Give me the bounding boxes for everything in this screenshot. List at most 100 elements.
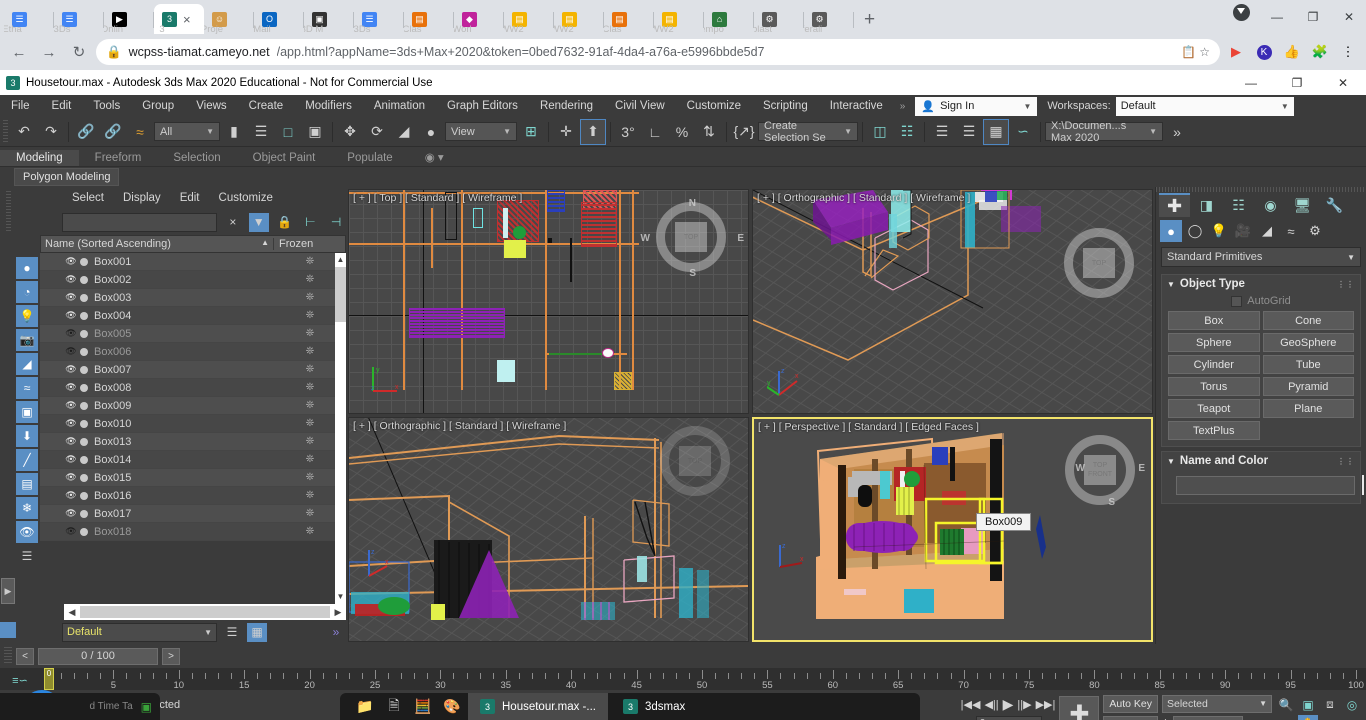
helpers-icon[interactable]: ◢ — [16, 353, 38, 375]
object-button-box[interactable]: Box — [1168, 311, 1260, 330]
project-folder-combo[interactable]: X:\Documen...s Max 2020 ▼ — [1045, 120, 1163, 144]
render-toggle-icon[interactable] — [80, 509, 88, 518]
visibility-icon[interactable]: 👁 — [16, 521, 38, 543]
geometry-icon[interactable]: ● — [1160, 220, 1182, 242]
browser-close-button[interactable]: ✕ — [1332, 0, 1366, 34]
geometry-icon[interactable]: ● — [16, 257, 38, 279]
scene-explorer-hscrollbar[interactable]: ◀ ▶ — [64, 604, 346, 620]
helpers-icon[interactable]: ◢ — [1256, 220, 1278, 242]
systems-icon[interactable]: ⚙ — [1304, 220, 1326, 242]
vscroll-thumb[interactable] — [335, 267, 346, 322]
previous-key-icon[interactable]: ◀|| — [984, 698, 998, 711]
render-toggle-icon[interactable] — [80, 275, 88, 284]
timeline-ruler[interactable]: 0 5 10 15 20 25 30 35 40 45 50 55 60 65 70 75 80 85 90 95 10… — [40, 668, 1366, 691]
play-extension-icon[interactable]: ▶ — [1224, 40, 1248, 64]
object-button-plane[interactable]: Plane — [1262, 399, 1354, 418]
menu-create[interactable]: Create — [238, 95, 295, 117]
menu-scripting[interactable]: Scripting — [752, 95, 819, 117]
xref-icon[interactable]: ⬇ — [16, 425, 38, 447]
render-toggle-icon[interactable] — [80, 365, 88, 374]
goto-start-icon[interactable]: |◀◀ — [961, 698, 981, 711]
filter-icon[interactable]: ▼ — [248, 212, 269, 232]
field-of-view-icon[interactable]: ◎ — [1342, 696, 1362, 713]
scene-explorer-row[interactable]: 👁 Box006 ❊ — [40, 343, 346, 361]
paint-icon[interactable]: 🎨 — [439, 696, 465, 718]
collapse-triangle-icon[interactable]: ▼ — [1167, 457, 1175, 466]
taskbar-item-3dsmax[interactable]: 3 3dsmax — [611, 693, 697, 720]
redo-button[interactable]: ↷ — [38, 119, 64, 145]
mirror-icon[interactable]: ◫ — [867, 119, 893, 145]
visibility-toggle-icon[interactable]: 👁 — [64, 508, 78, 519]
render-toggle-icon[interactable] — [80, 527, 88, 536]
frame-counter-field[interactable]: 0 / 100 — [38, 647, 158, 665]
explorer-icon[interactable]: 📁 — [352, 696, 378, 718]
object-button-cone[interactable]: Cone — [1262, 311, 1354, 330]
time-configuration-icon[interactable]: ⏲ — [1046, 717, 1055, 720]
browser-tab-5[interactable]: O Mail — [254, 4, 304, 34]
calculator-icon[interactable]: 🧮 — [410, 696, 436, 718]
scroll-down-icon[interactable]: ▼ — [335, 590, 346, 604]
view-cube-face[interactable]: TOP — [1083, 248, 1115, 278]
browser-tab-2[interactable]: ▶ Onlin — [104, 4, 154, 34]
nvidia-tray-icon[interactable]: ▣ — [141, 700, 152, 714]
puzzle-icon[interactable]: 🧩 — [1308, 40, 1332, 64]
column-header-frozen[interactable]: Frozen — [273, 238, 345, 250]
bind-to-space-warp-icon[interactable]: ≈ — [127, 119, 153, 145]
new-tab-button[interactable]: + — [854, 6, 885, 34]
lights-icon[interactable]: 💡 — [16, 305, 38, 327]
drag-handle-icon[interactable]: ⋮⋮ — [1337, 280, 1355, 289]
browser-tab-0[interactable]: ☰ Etha — [4, 4, 54, 34]
display-tab[interactable]: 🖥 — [1287, 193, 1318, 217]
object-name-input[interactable] — [1176, 475, 1355, 495]
hierarchy-tab[interactable]: ☷ — [1223, 193, 1254, 217]
visibility-toggle-icon[interactable]: 👁 — [64, 274, 78, 285]
play-animation-icon[interactable]: ▶ — [1003, 696, 1014, 713]
render-toggle-icon[interactable] — [80, 419, 88, 428]
ribbon-tab-populate[interactable]: Populate — [331, 150, 408, 166]
shapes-icon[interactable]: ◯ — [1184, 220, 1206, 242]
ribbon-options-icon[interactable]: ◉ ▾ — [409, 148, 460, 166]
bones-icon[interactable]: ╱ — [16, 449, 38, 471]
visibility-toggle-icon[interactable]: 👁 — [64, 346, 78, 357]
spinner-snap-toggle-icon[interactable]: ∟ — [642, 119, 668, 145]
object-button-sphere[interactable]: Sphere — [1168, 333, 1260, 352]
scene-explorer-row[interactable]: 👁 Box004 ❊ — [40, 307, 346, 325]
collapse-tree-icon[interactable]: ⊣ — [326, 213, 346, 232]
scene-explorer-vscrollbar[interactable]: ▲ ▼ — [335, 253, 346, 604]
visibility-toggle-icon[interactable]: 👁 — [64, 382, 78, 393]
viewport-ortho-top-right[interactable]: TOP z x y [ + ] [ Orthographic ] [ Standar… — [752, 189, 1153, 414]
select-and-move-icon[interactable]: ✥ — [337, 119, 363, 145]
current-frame-field[interactable]: 0 — [975, 716, 1042, 720]
scene-explorer-row[interactable]: 👁 Box003 ❊ — [40, 289, 346, 307]
ribbon-tab-modeling[interactable]: Modeling — [0, 150, 79, 166]
visibility-toggle-icon[interactable]: 👁 — [64, 400, 78, 411]
view-cube-face[interactable]: TOP FRONT — [1084, 455, 1116, 485]
selection-filter-combo[interactable]: All ▼ — [154, 122, 220, 141]
visibility-toggle-icon[interactable]: 👁 — [64, 364, 78, 375]
auto-key-button[interactable]: Auto Key — [1103, 694, 1158, 713]
edit-named-selection-sets-icon[interactable]: {↗} — [731, 119, 757, 145]
menu-modifiers[interactable]: Modifiers — [294, 95, 363, 117]
render-toggle-icon[interactable] — [80, 437, 88, 446]
view-cube-face[interactable]: TOP — [679, 446, 711, 476]
shapes-icon[interactable]: ◔ — [16, 281, 38, 303]
sign-in-button[interactable]: 👤 Sign In ▼ — [915, 96, 1038, 116]
time-slider-ruler[interactable]: ≡∽ 0 5 10 15 20 25 30 35 40 45 50 55 60 65 70 75 80 85 90 9… — [0, 668, 1366, 691]
scene-explorer-menu-select[interactable]: Select — [64, 192, 112, 204]
rectangular-selection-region-icon[interactable]: □ — [275, 119, 301, 145]
browser-tab-15[interactable]: ⚙ blast — [754, 4, 804, 34]
scene-explorer-row[interactable]: 👁 Box015 ❊ — [40, 469, 346, 487]
select-object-icon[interactable]: ▮ — [221, 119, 247, 145]
star-icon[interactable]: ☆ — [1199, 45, 1210, 59]
menu-tools[interactable]: Tools — [82, 95, 131, 117]
reference-coordinate-system-combo[interactable]: View ▼ — [445, 122, 517, 141]
space-warps-icon[interactable]: ≈ — [1280, 220, 1302, 242]
scene-explorer-search-input[interactable] — [62, 212, 217, 232]
browser-tab-6[interactable]: ▣3D M — [304, 4, 354, 34]
toolbar-overflow-icon[interactable]: » — [1164, 119, 1190, 145]
select-and-rotate-icon[interactable]: ⟳ — [364, 119, 390, 145]
cameras-icon[interactable]: 📷 — [16, 329, 38, 351]
cameras-icon[interactable]: 🎥 — [1232, 220, 1254, 242]
view-cube-top[interactable]: TOP — [656, 202, 726, 272]
hscroll-thumb[interactable] — [80, 606, 330, 618]
